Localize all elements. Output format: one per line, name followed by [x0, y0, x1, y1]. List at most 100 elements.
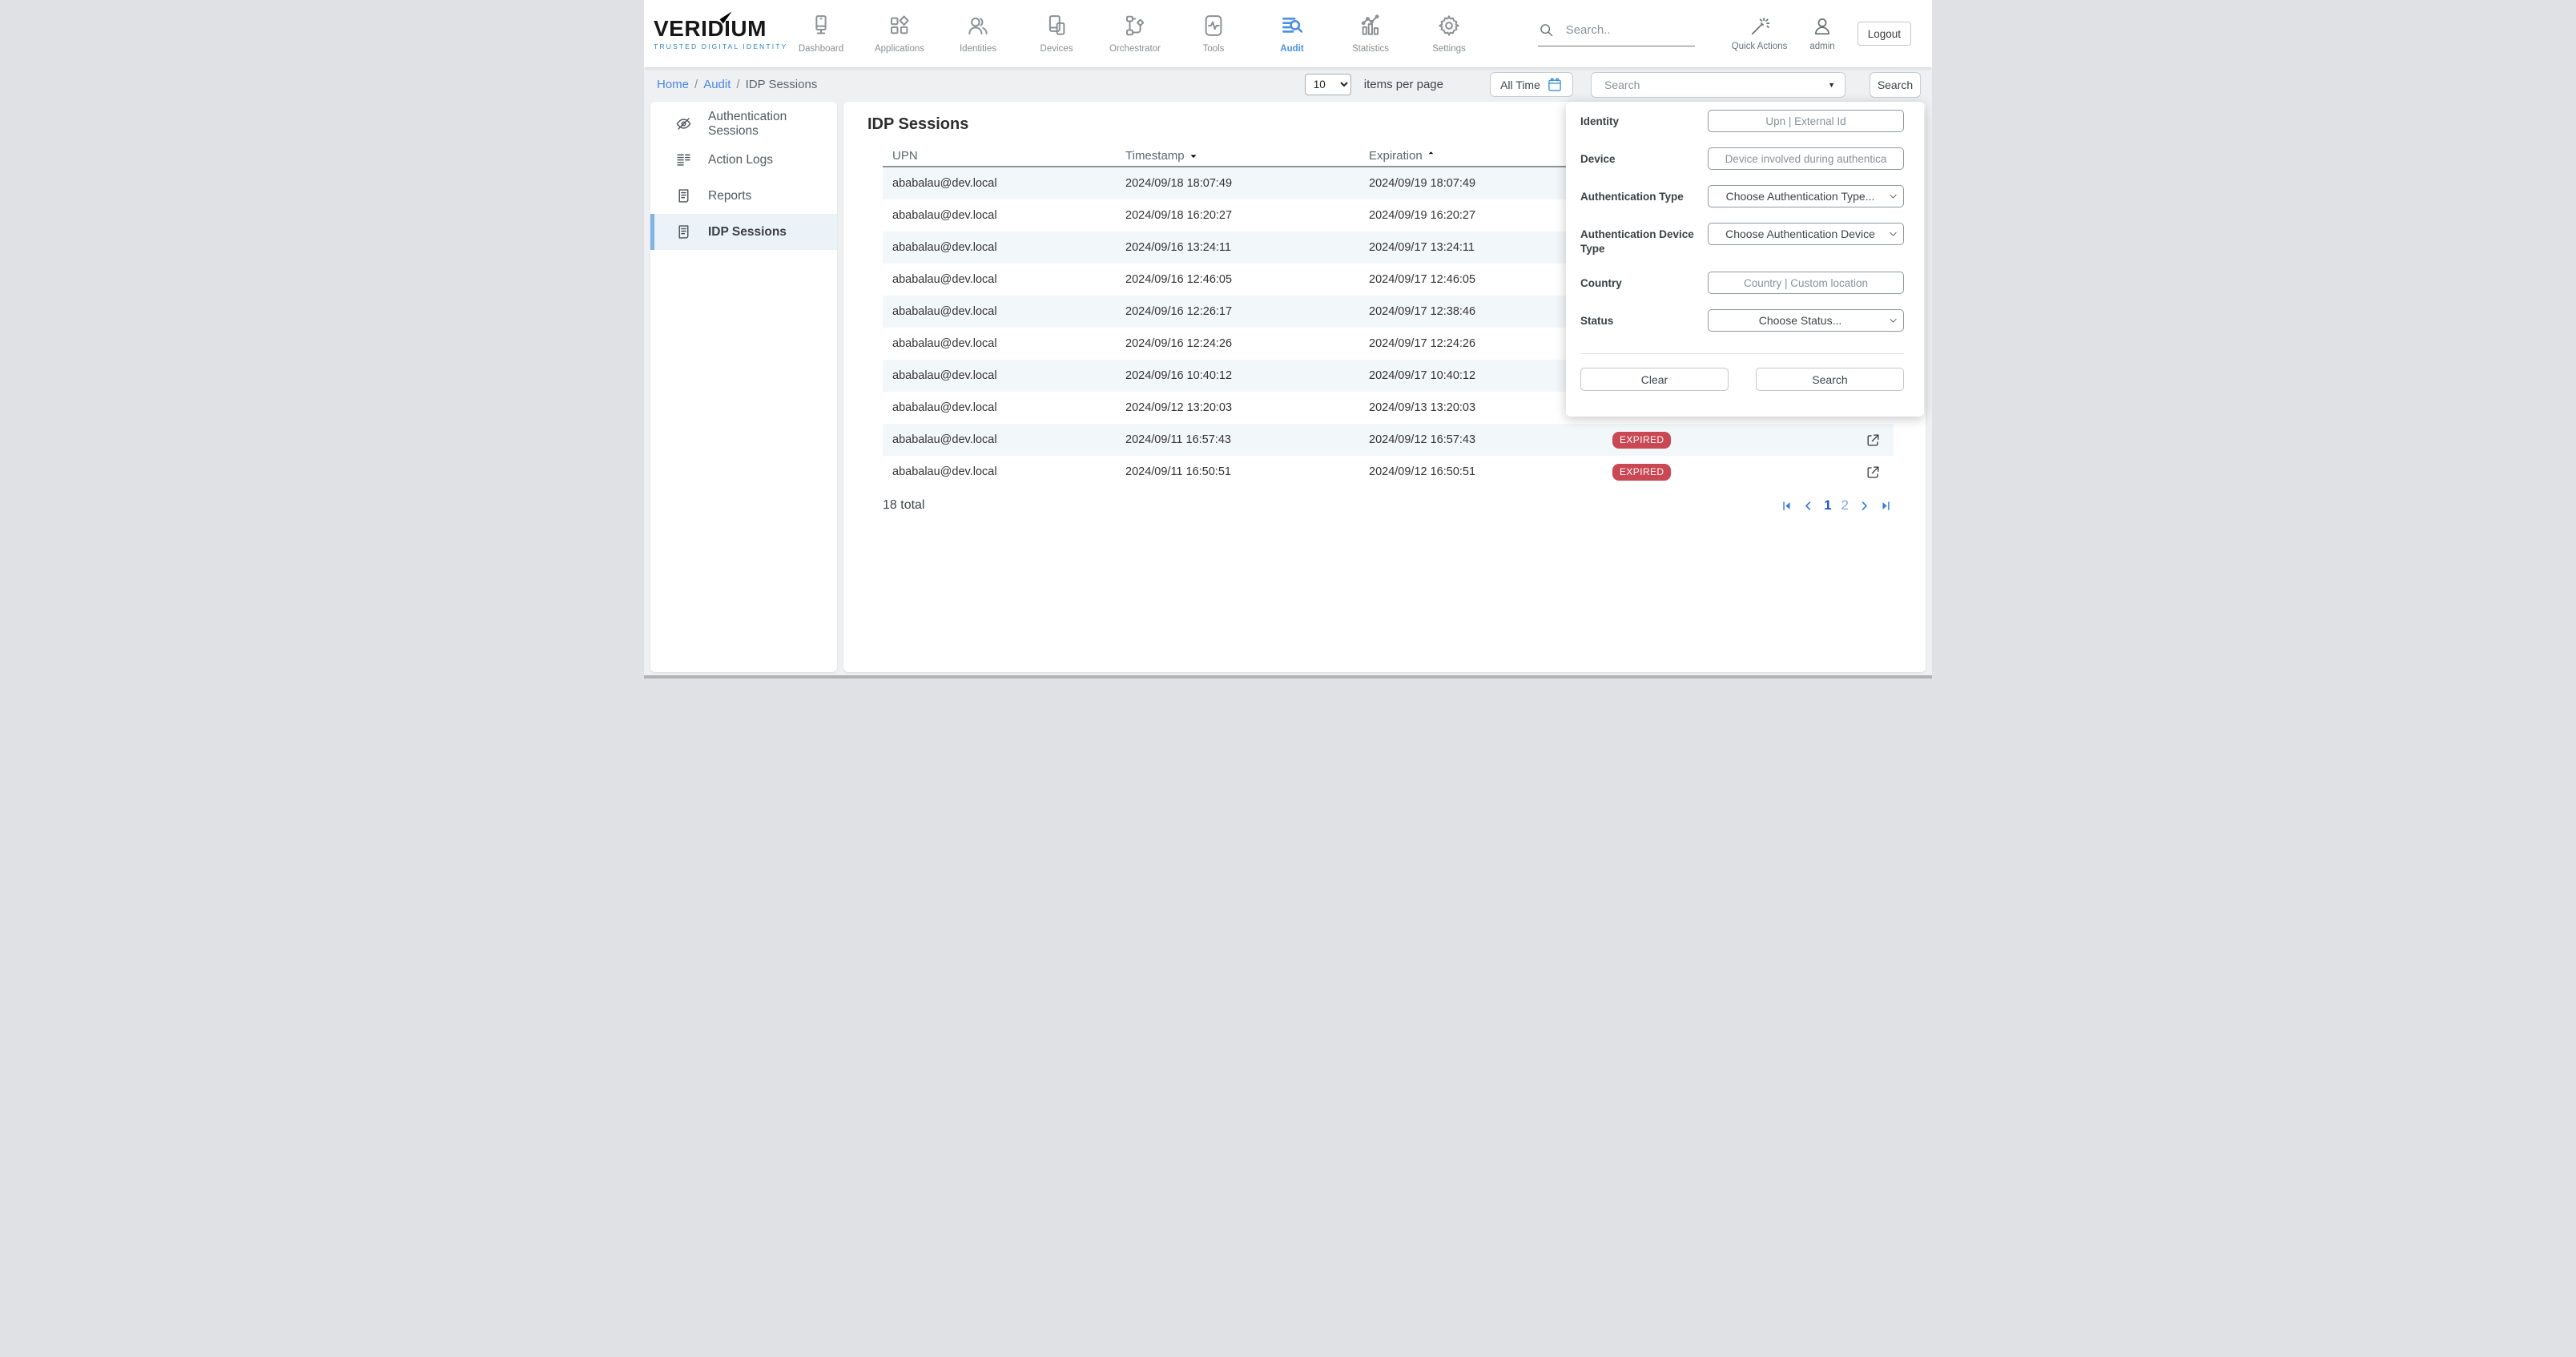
filter-input-device[interactable] — [1708, 147, 1904, 170]
report-icon — [675, 187, 692, 204]
topnav-item-tools[interactable]: Tools — [1174, 0, 1253, 67]
list-toolbar: 10 items per page All Time Search ▼ Sear… — [1305, 72, 1932, 98]
topbar-right: Quick Actions admin Logout — [1538, 16, 1932, 51]
sidebar-item-action-logs[interactable]: Action Logs — [650, 142, 837, 178]
top-navigation-bar: VERIDIUM TRUSTED DIGITAL IDENTITY Dashbo… — [644, 0, 1932, 67]
topnav-item-identities[interactable]: Identities — [939, 0, 1017, 67]
user-menu[interactable]: admin — [1809, 16, 1834, 51]
filter-label-country: Country — [1580, 272, 1707, 291]
brand-checkmark-icon — [714, 8, 735, 29]
dashboard-icon — [809, 14, 833, 38]
table-row[interactable]: ababalau@dev.local2024/09/11 16:57:43202… — [883, 424, 1894, 456]
sort-desc-icon — [1189, 151, 1198, 160]
cell-action — [1854, 465, 1894, 480]
filter-input-country[interactable] — [1708, 272, 1904, 294]
topnav-item-statistics[interactable]: Statistics — [1331, 0, 1410, 67]
pagination-next-icon[interactable] — [1858, 500, 1870, 512]
sort-both-icon — [1427, 149, 1435, 162]
statistics-icon — [1358, 14, 1383, 38]
cell-upn: ababalau@dev.local — [883, 465, 1125, 478]
chevron-down-icon — [1889, 192, 1898, 201]
action-logs-icon — [675, 151, 692, 168]
topnav-item-audit[interactable]: Audit — [1253, 0, 1331, 67]
topnav-item-applications[interactable]: Applications — [860, 0, 939, 67]
cell-timestamp: 2024/09/12 13:20:03 — [1125, 401, 1369, 414]
cell-timestamp: 2024/09/16 10:40:12 — [1125, 369, 1369, 382]
filter-row-authentication-type: Authentication TypeChoose Authentication… — [1580, 185, 1904, 207]
topnav-item-dashboard[interactable]: Dashboard — [782, 0, 860, 67]
topnav-item-devices[interactable]: Devices — [1017, 0, 1096, 67]
global-search-input[interactable] — [1564, 22, 1684, 38]
filter-select-authentication-type[interactable]: Choose Authentication Type... — [1708, 185, 1904, 207]
user-label: admin — [1809, 42, 1834, 51]
external-link-icon[interactable] — [1866, 433, 1881, 448]
cell-action — [1854, 433, 1894, 448]
table-row[interactable]: ababalau@dev.local2024/09/11 16:50:51202… — [883, 456, 1894, 488]
pagination-first-icon[interactable] — [1781, 500, 1793, 512]
items-per-page-select[interactable]: 10 — [1305, 74, 1351, 95]
cell-timestamp: 2024/09/11 16:50:51 — [1125, 465, 1369, 478]
cell-status: EXPIRED — [1612, 432, 1854, 449]
pagination-page-1[interactable]: 1 — [1824, 497, 1831, 513]
sidebar-item-reports[interactable]: Reports — [650, 178, 837, 214]
search-filter-dropdown[interactable]: Search ▼ — [1591, 72, 1845, 98]
external-link-icon[interactable] — [1866, 465, 1881, 480]
eye-off-icon — [675, 115, 692, 132]
filter-select-authentication-device-type[interactable]: Choose Authentication Device — [1708, 223, 1904, 245]
status-badge: EXPIRED — [1612, 464, 1671, 481]
sidebar-item-authentication-sessions[interactable]: Authentication Sessions — [650, 106, 837, 142]
items-per-page-label: items per page — [1364, 78, 1443, 91]
topnav-item-settings[interactable]: Settings — [1410, 0, 1488, 67]
time-filter-button[interactable]: All Time — [1490, 72, 1573, 97]
filter-row-authentication-device-type: Authentication Device TypeChoose Authent… — [1580, 223, 1904, 256]
search-filter-placeholder: Search — [1604, 79, 1828, 91]
filter-select-status[interactable]: Choose Status... — [1708, 309, 1904, 332]
breadcrumb-toolbar-row: Home/Audit/IDP Sessions 10 items per pag… — [644, 67, 1932, 102]
filter-fields: Identity Device Authentication TypeChoose … — [1580, 110, 1904, 332]
pagination-last-icon[interactable] — [1880, 500, 1892, 512]
pagination: 12 — [1781, 497, 1894, 513]
cell-upn: ababalau@dev.local — [883, 305, 1125, 318]
pagination-prev-icon[interactable] — [1802, 500, 1814, 512]
breadcrumb-item-home[interactable]: Home — [657, 78, 689, 91]
column-header-upn[interactable]: UPN — [883, 149, 1125, 163]
filter-row-identity: Identity — [1580, 110, 1904, 132]
filter-label-authentication-device-type: Authentication Device Type — [1580, 223, 1707, 256]
column-header-timestamp[interactable]: Timestamp — [1125, 149, 1369, 163]
sidebar-item-idp-sessions[interactable]: IDP Sessions — [650, 214, 837, 250]
filter-buttons: Clear Search — [1580, 368, 1904, 391]
cell-upn: ababalau@dev.local — [883, 369, 1125, 382]
cell-timestamp: 2024/09/16 13:24:11 — [1125, 241, 1369, 254]
brand-tagline: TRUSTED DIGITAL IDENTITY — [654, 42, 782, 50]
logout-button[interactable]: Logout — [1858, 22, 1911, 46]
filter-label-status: Status — [1580, 309, 1707, 328]
cell-timestamp: 2024/09/16 12:24:26 — [1125, 337, 1369, 350]
orchestrator-icon — [1123, 14, 1147, 38]
filter-search-button[interactable]: Search — [1756, 368, 1904, 391]
toolbar-search-button[interactable]: Search — [1870, 72, 1921, 98]
quick-actions-button[interactable]: Quick Actions — [1732, 16, 1788, 51]
devices-icon — [1044, 14, 1069, 38]
filter-input-identity[interactable] — [1708, 110, 1904, 132]
applications-icon — [888, 14, 912, 38]
filter-row-country: Country — [1580, 272, 1904, 294]
pagination-page-2[interactable]: 2 — [1841, 497, 1849, 513]
total-count: 18 total — [883, 498, 924, 513]
app-screen: VERIDIUM TRUSTED DIGITAL IDENTITY Dashbo… — [644, 0, 1932, 678]
magic-wand-icon — [1749, 16, 1770, 37]
cell-upn: ababalau@dev.local — [883, 401, 1125, 414]
cell-upn: ababalau@dev.local — [883, 209, 1125, 222]
cell-timestamp: 2024/09/18 18:07:49 — [1125, 177, 1369, 190]
topnav-item-orchestrator[interactable]: Orchestrator — [1096, 0, 1174, 67]
search-icon — [1538, 22, 1555, 38]
calendar-icon — [1547, 77, 1563, 93]
breadcrumb-item-audit[interactable]: Audit — [703, 78, 731, 91]
audit-sidebar: Authentication SessionsAction LogsReport… — [650, 102, 837, 672]
identities-icon — [966, 14, 990, 38]
chevron-down-icon — [1889, 230, 1898, 239]
breadcrumb-item-idp-sessions: IDP Sessions — [746, 78, 818, 91]
filter-row-device: Device — [1580, 147, 1904, 170]
filter-clear-button[interactable]: Clear — [1580, 368, 1729, 391]
time-filter-label: All Time — [1500, 79, 1540, 91]
brand-logo[interactable]: VERIDIUM TRUSTED DIGITAL IDENTITY — [644, 18, 782, 50]
